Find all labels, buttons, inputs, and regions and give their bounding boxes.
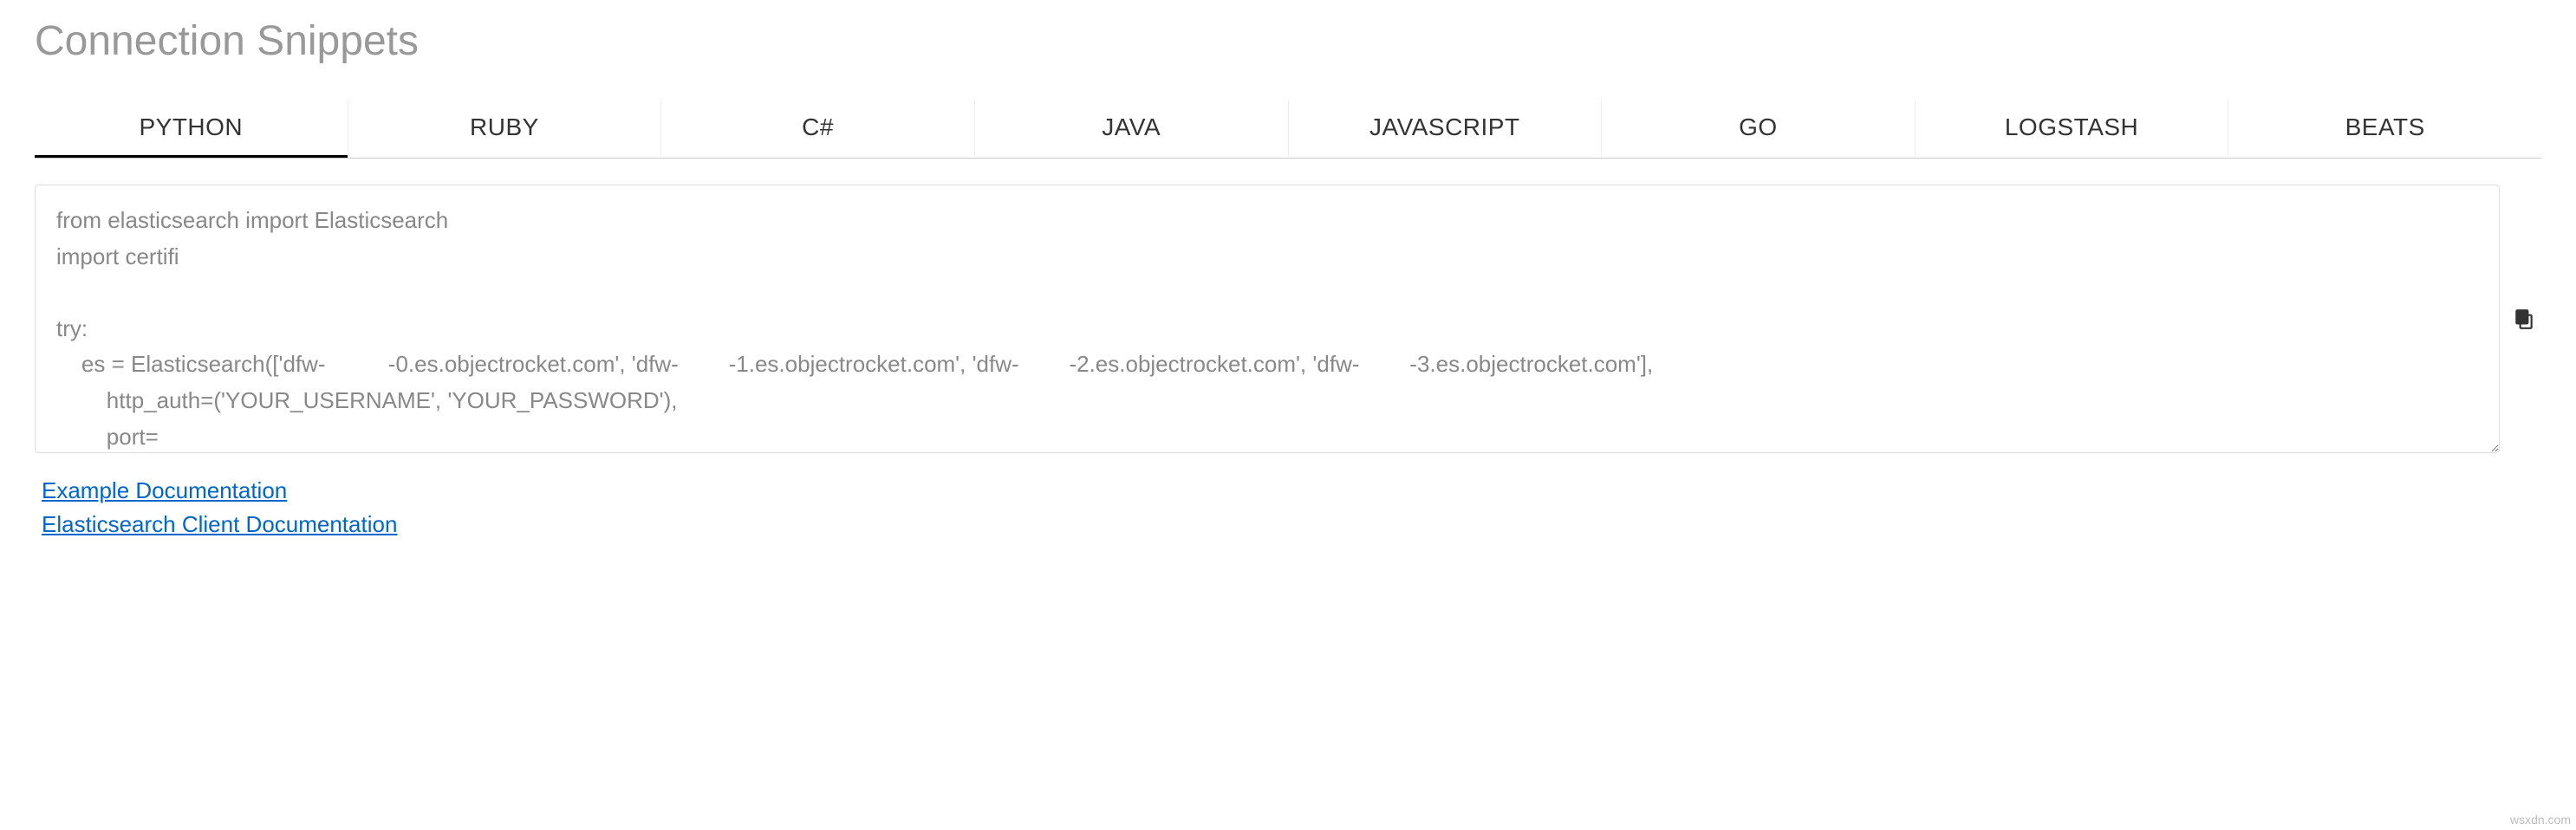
tab-beats[interactable]: BEATS <box>2228 100 2541 158</box>
page-title: Connection Snippets <box>35 17 2541 65</box>
tabs-bar: PYTHON RUBY C# JAVA JAVASCRIPT GO LOGSTA… <box>35 100 2541 159</box>
snippet-area: from elasticsearch import Elasticsearch … <box>35 185 2541 453</box>
tab-javascript[interactable]: JAVASCRIPT <box>1288 100 1602 158</box>
tab-ruby[interactable]: RUBY <box>348 100 661 158</box>
tab-logstash[interactable]: LOGSTASH <box>1915 100 2228 158</box>
watermark: wsxdn.com <box>2510 813 2571 827</box>
copy-icon <box>2513 308 2535 330</box>
tab-python[interactable]: PYTHON <box>35 100 348 158</box>
code-snippet[interactable]: from elasticsearch import Elasticsearch … <box>35 185 2500 453</box>
tab-java[interactable]: JAVA <box>974 100 1288 158</box>
tab-go[interactable]: GO <box>1601 100 1915 158</box>
tab-csharp[interactable]: C# <box>660 100 974 158</box>
example-documentation-link[interactable]: Example Documentation <box>42 474 2541 508</box>
documentation-links: Example Documentation Elasticsearch Clie… <box>35 474 2541 541</box>
elasticsearch-client-documentation-link[interactable]: Elasticsearch Client Documentation <box>42 508 2541 541</box>
copy-button[interactable] <box>2507 308 2541 330</box>
